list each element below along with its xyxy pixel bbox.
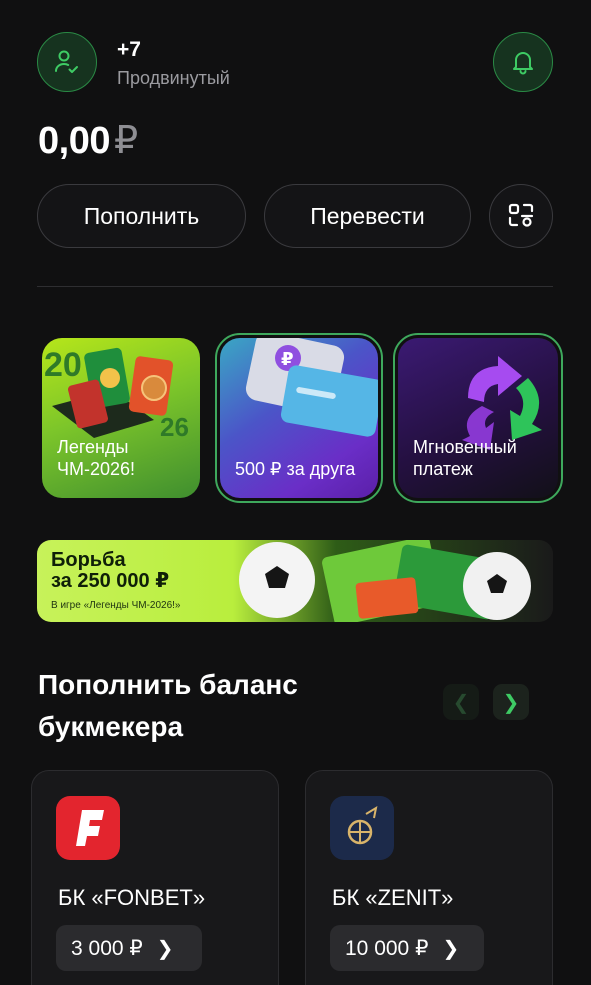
story-label: 500 ₽ за друга [235, 459, 356, 479]
bookmaker-amount: 3 000 ₽ [71, 936, 143, 960]
balance-currency: ₽ [113, 120, 138, 162]
fonbet-logo [56, 796, 120, 860]
bookmaker-card-fonbet[interactable]: БК «FONBET» 3 000 ₽ ❯ [31, 770, 279, 985]
profile-button[interactable] [37, 32, 97, 92]
story-card-legends[interactable]: 20 26 Легенды ЧМ-2026! [42, 338, 200, 498]
user-level: Продвинутый [117, 68, 230, 88]
bell-icon [513, 52, 533, 75]
story-label: Легенды ЧМ-2026! [57, 437, 136, 479]
story-label: Мгновенный платеж [413, 437, 517, 479]
bookmaker-amount-button[interactable]: 3 000 ₽ ❯ [56, 925, 202, 971]
user-check-icon [55, 50, 78, 73]
chevron-left-icon: ❮ [452, 691, 470, 714]
banner-subtitle: В игре «Легенды ЧМ-2026!» [51, 600, 181, 611]
bookmaker-card-zenit[interactable]: БК «ZENIT» 10 000 ₽ ❯ [305, 770, 553, 985]
chevron-right-icon: ❯ [502, 691, 520, 714]
story-card-instant-payment[interactable]: Мгновенный платеж [393, 333, 563, 503]
bookmaker-name: БК «FONBET» [58, 885, 206, 910]
bookmaker-amount: 10 000 ₽ [345, 936, 429, 960]
balance-value: 0,00 [38, 120, 110, 162]
qr-scan-icon [508, 203, 534, 227]
promo-banner[interactable]: Борьба за 250 000 ₽ В игре «Легенды ЧМ-2… [37, 540, 553, 622]
carousel-next-button[interactable]: ❯ [493, 684, 529, 720]
notifications-button[interactable] [493, 32, 553, 92]
zenit-emblem-icon [347, 805, 378, 845]
story-card-referral[interactable]: ₽ 500 ₽ за друга [215, 333, 383, 503]
bookmaker-amount-button[interactable]: 10 000 ₽ ❯ [330, 925, 484, 971]
app-screen: +7 Продвинутый 0,00 ₽ Пополнить Перевести… [0, 0, 591, 985]
svg-text:20: 20 [44, 346, 82, 384]
qr-scan-button[interactable] [489, 184, 553, 248]
banner-title: Борьба за 250 000 ₽ [51, 549, 170, 592]
carousel-prev-button[interactable]: ❮ [443, 684, 479, 720]
chevron-right-icon: ❯ [156, 937, 174, 960]
fonbet-f-icon [76, 810, 104, 846]
topup-button[interactable]: Пополнить [37, 184, 246, 248]
section-title: Пополнить баланс букмекера [38, 669, 298, 742]
balance-amount: 0,00 ₽ [38, 118, 138, 163]
chevron-right-icon: ❯ [442, 937, 460, 960]
transfer-button[interactable]: Перевести [264, 184, 471, 248]
zenit-logo [330, 796, 394, 860]
bookmaker-name: БК «ZENIT» [332, 885, 454, 910]
user-phone: +7 [117, 38, 141, 61]
divider [37, 286, 553, 287]
